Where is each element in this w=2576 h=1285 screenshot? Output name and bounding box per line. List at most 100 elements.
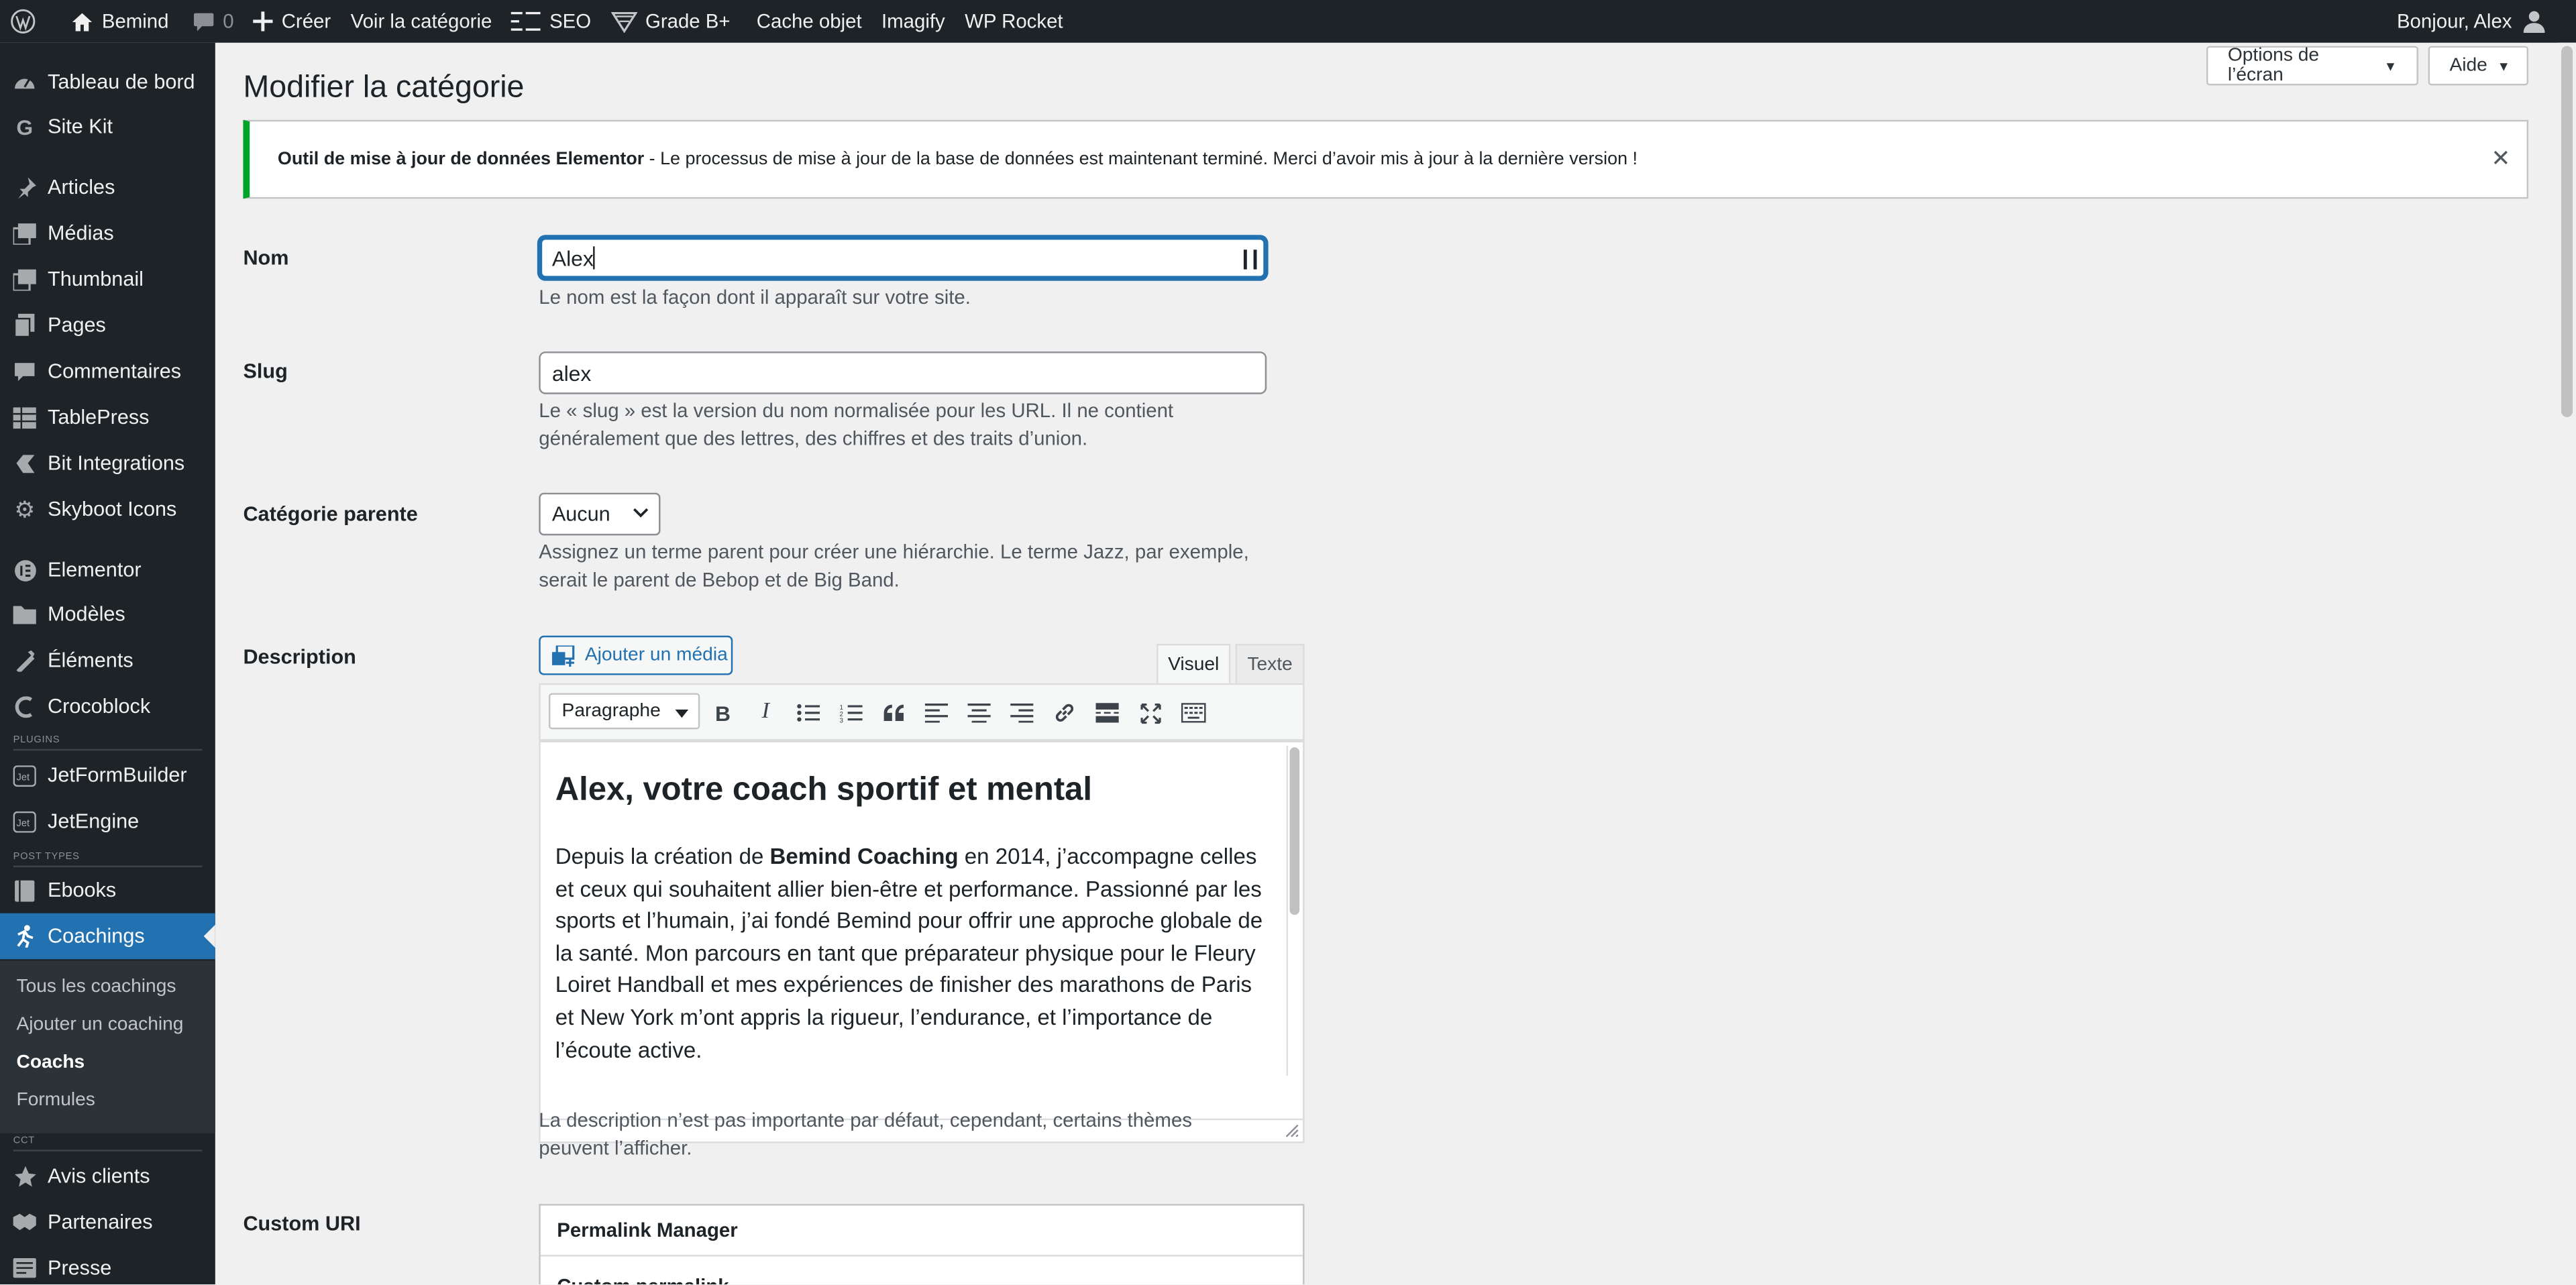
my-account-menu[interactable]: Bonjour, Alex [2387, 0, 2576, 43]
editor-scrollbar[interactable] [1286, 745, 1301, 1076]
coachings-submenu: Tous les coachings Ajouter un coaching C… [0, 960, 215, 1133]
elements-icon [13, 649, 36, 671]
submenu-all-coachings[interactable]: Tous les coachings [16, 977, 176, 997]
sidebar-item-modeles[interactable]: Modèles [0, 592, 215, 638]
link-icon[interactable] [1048, 696, 1081, 729]
slug-hint-line-1: Le « slug » est la version du nom normal… [539, 399, 1174, 423]
italic-icon[interactable]: I [749, 696, 782, 729]
sidebar-item-crocoblock[interactable]: Crocoblock [0, 683, 215, 730]
home-icon [72, 12, 93, 31]
keyboard-toolbar-toggle-icon[interactable] [1176, 696, 1209, 729]
sidebar-item-comments[interactable]: Commentaires [0, 348, 215, 394]
cache-label: Cache objet [756, 9, 862, 33]
editor-scrollbar-thumb[interactable] [1289, 747, 1300, 915]
elementor-icon [13, 559, 36, 581]
pushpin-icon [13, 176, 36, 199]
align-center-icon[interactable] [963, 696, 996, 729]
help-label: Aide [2449, 56, 2487, 76]
sidebar-item-skyboot-icons[interactable]: ⚙ Skyboot Icons [0, 486, 215, 533]
password-manager-icon[interactable] [1243, 249, 1257, 270]
sidebar-label: Avis clients [48, 1164, 150, 1188]
parent-category-label: Catégorie parente [243, 502, 418, 526]
grade-menu[interactable]: Grade B+ [601, 0, 740, 43]
imagify-label: Imagify [881, 9, 945, 33]
media-icon [13, 222, 36, 245]
page-title: Modifier la catégorie [243, 70, 525, 105]
sidebar-item-coachings[interactable]: Coachings [0, 913, 215, 960]
star-icon [13, 1164, 36, 1187]
imagify-menu[interactable]: Imagify [871, 0, 955, 43]
sidebar-item-medias[interactable]: Médias [0, 210, 215, 256]
paragraph-bold-text: Bemind Coaching [769, 844, 959, 869]
sidebar-label: Presse [48, 1256, 112, 1280]
description-editor[interactable]: Alex, votre coach sportif et mental Depu… [539, 740, 1305, 1143]
sidebar-item-partenaires[interactable]: Partenaires [0, 1199, 215, 1245]
seo-menu[interactable]: SEO [502, 0, 601, 43]
format-select[interactable]: Paragraphe [548, 693, 700, 730]
site-name-link[interactable]: Bemind [61, 0, 179, 43]
permalink-manager-box: Permalink Manager Custom permalink [539, 1204, 1305, 1285]
parent-category-value: Aucun [551, 502, 610, 526]
description-hint-line-1: La description n’est pas importante par … [539, 1109, 1192, 1132]
sidebar-item-jetformbuilder[interactable]: Jet JetFormBuilder [0, 752, 215, 799]
custom-permalink-label: Custom permalink [557, 1274, 729, 1284]
sidebar-item-articles[interactable]: Articles [0, 164, 215, 211]
tab-text[interactable]: Texte [1235, 644, 1305, 685]
fullscreen-icon[interactable] [1134, 696, 1167, 729]
align-right-icon[interactable] [1006, 696, 1038, 729]
sidebar-label: Elementor [48, 558, 142, 581]
sidebar-item-sitekit[interactable]: G Site Kit [0, 103, 215, 150]
wordpress-logo-icon[interactable] [0, 0, 54, 43]
add-media-label: Ajouter un média [584, 645, 728, 665]
sidebar-label: JetEngine [48, 809, 140, 833]
cache-menu[interactable]: Cache objet [747, 0, 871, 43]
sidebar-label: Articles [48, 176, 115, 199]
sidebar-item-dashboard[interactable]: Tableau de bord [0, 59, 215, 105]
thumbnail-icon [13, 268, 36, 290]
sidebar-item-pages[interactable]: Pages [0, 302, 215, 349]
bold-icon[interactable]: B [706, 696, 739, 729]
sidebar-item-elements[interactable]: Éléments [0, 637, 215, 683]
name-input[interactable]: Alex [539, 236, 1267, 280]
page-scrollbar[interactable] [2558, 42, 2576, 1285]
blockquote-icon[interactable] [877, 696, 910, 729]
submenu-add-coaching[interactable]: Ajouter un coaching [16, 1015, 183, 1034]
screen-options-button[interactable]: Options de l’écran ▼ [2206, 46, 2418, 86]
screen-options-label: Options de l’écran [2227, 46, 2320, 86]
add-media-button[interactable]: Ajouter un média [539, 635, 733, 675]
new-content-link[interactable]: Créer [244, 0, 341, 43]
gauge-icon [610, 12, 637, 33]
comments-icon [13, 359, 36, 382]
paragraph-text-end: en 2014, j’accompagne celles et ceux qui… [555, 844, 1263, 1062]
sidebar-item-presse[interactable]: Presse [0, 1245, 215, 1284]
sidebar-item-ebooks[interactable]: Ebooks [0, 867, 215, 913]
notice-title: Outil de mise à jour de données Elemento… [277, 149, 645, 170]
wprocket-label: WP Rocket [965, 9, 1063, 33]
help-button[interactable]: Aide ▼ [2428, 46, 2529, 86]
submenu-coachs[interactable]: Coachs [16, 1053, 85, 1072]
page-scrollbar-thumb[interactable] [2561, 46, 2573, 418]
bullet-list-icon[interactable] [792, 696, 824, 729]
sidebar-item-thumbnail[interactable]: Thumbnail [0, 256, 215, 302]
tab-visual[interactable]: Visuel [1157, 644, 1231, 685]
numbered-list-icon[interactable]: 123 [835, 696, 867, 729]
comments-link[interactable]: 0 [182, 0, 244, 43]
jet-icon: Jet [13, 764, 36, 787]
view-category-link[interactable]: Voir la catégorie [341, 0, 502, 43]
sidebar-item-elementor[interactable]: Elementor [0, 547, 215, 594]
submenu-formules[interactable]: Formules [16, 1091, 95, 1110]
sidebar-item-jetengine[interactable]: Jet JetEngine [0, 798, 215, 844]
resize-handle-icon[interactable] [1285, 1123, 1299, 1138]
sidebar-item-bit-integrations[interactable]: Bit Integrations [0, 440, 215, 486]
sidebar-label: Bit Integrations [48, 451, 185, 475]
slug-input[interactable]: alex [539, 351, 1267, 394]
wprocket-menu[interactable]: WP Rocket [955, 0, 1073, 43]
sidebar-item-tablepress[interactable]: TablePress [0, 394, 215, 441]
gear-icon: ⚙ [14, 495, 36, 522]
sidebar-item-avis-clients[interactable]: Avis clients [0, 1153, 215, 1199]
align-left-icon[interactable] [920, 696, 953, 729]
parent-category-select[interactable]: Aucun [539, 492, 661, 536]
read-more-icon[interactable] [1091, 696, 1124, 729]
close-icon[interactable]: ✕ [2491, 145, 2510, 173]
name-label: Nom [243, 246, 289, 270]
